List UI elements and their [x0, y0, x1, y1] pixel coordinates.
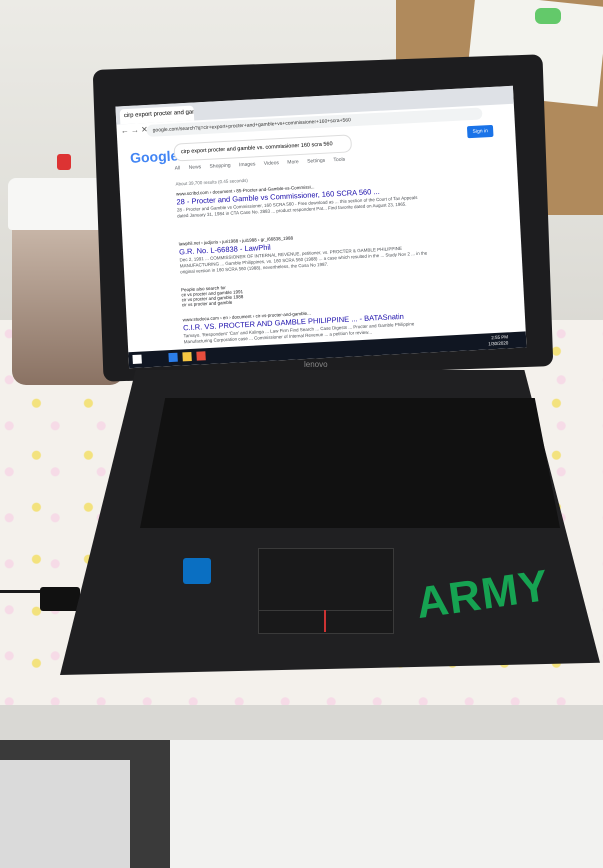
tab-news[interactable]: News — [189, 164, 202, 171]
tab-videos[interactable]: Videos — [264, 160, 279, 167]
start-icon[interactable] — [132, 354, 142, 365]
folder-icon[interactable] — [182, 351, 192, 362]
tab-shopping[interactable]: Shopping — [209, 163, 230, 170]
clock-date: 1/30/2020 — [488, 340, 509, 347]
tab-images[interactable]: Images — [239, 161, 256, 168]
search-result: www.scribd.com › document › 85-Procter-a… — [176, 178, 427, 219]
cup-lid — [8, 178, 105, 230]
straw-plug-icon — [57, 154, 71, 170]
keyboard[interactable] — [140, 398, 560, 528]
taskbar-clock[interactable]: 2:55 PM 1/30/2020 — [488, 334, 509, 347]
plastic-bag — [0, 760, 130, 868]
tab-more[interactable]: More — [287, 159, 299, 166]
people-also-search: People also search for cir vs procter an… — [181, 274, 432, 307]
nav-buttons[interactable]: ← → ✕ — [120, 125, 148, 135]
tab-tools[interactable]: Tools — [333, 157, 345, 164]
edge-icon[interactable] — [168, 352, 178, 363]
signin-button[interactable]: Sign in — [466, 124, 494, 139]
tab-all[interactable]: All — [175, 165, 181, 171]
trackpad-divider — [324, 610, 326, 632]
browser-tab[interactable]: cirp export procter and gamble × — [119, 105, 195, 125]
table-edge — [0, 705, 603, 745]
laptop-screen: cirp export procter and gamble × ← → ✕ g… — [115, 85, 527, 369]
chrome-icon[interactable] — [196, 351, 206, 361]
back-icon[interactable]: ← — [120, 126, 128, 135]
charger-plug — [40, 587, 80, 611]
green-clip-icon — [535, 8, 561, 24]
forward-icon[interactable]: → — [131, 125, 139, 134]
result-stats: About 39,700 results (0.45 seconds) — [175, 177, 248, 187]
printed-papers — [170, 740, 603, 868]
search-result: lawphil.net › judjuris › juri1988 › jul1… — [179, 228, 430, 275]
tab-settings[interactable]: Settings — [307, 158, 325, 165]
intel-badge-icon — [183, 558, 211, 584]
brand-label: lenovo — [304, 360, 328, 369]
google-logo[interactable]: Google — [130, 147, 179, 166]
